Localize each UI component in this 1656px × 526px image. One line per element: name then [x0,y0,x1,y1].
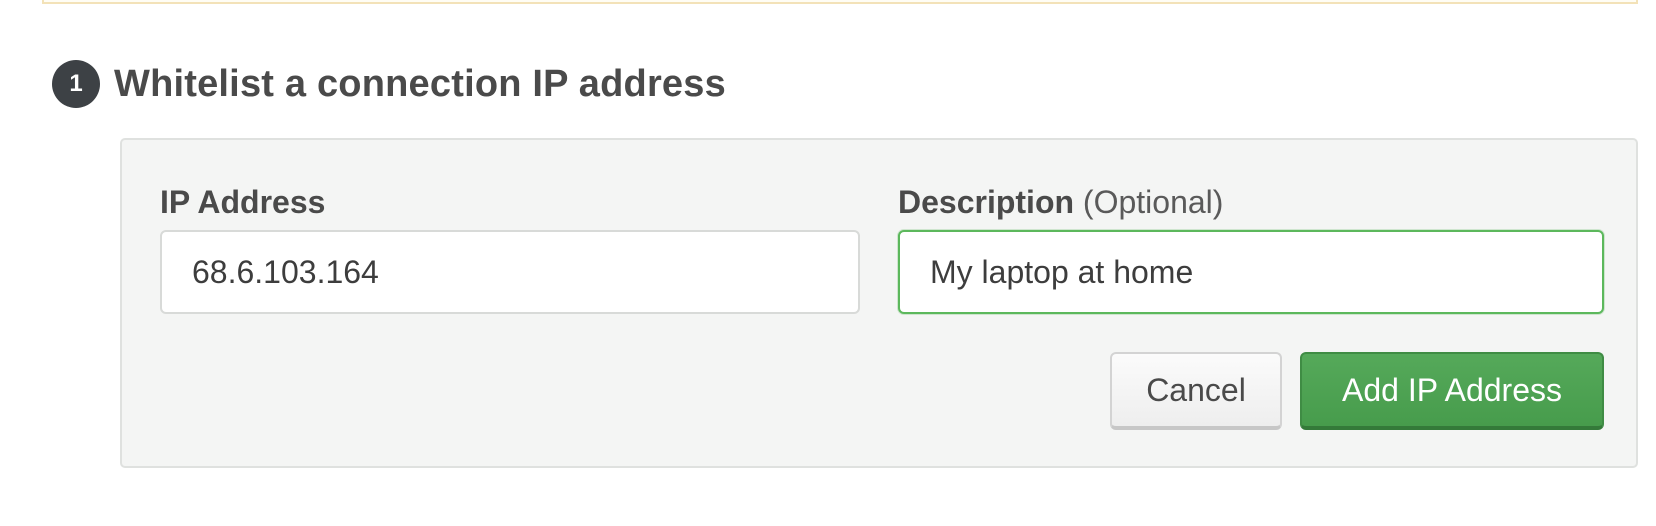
add-ip-address-button[interactable]: Add IP Address [1300,352,1604,430]
notice-banner-edge [42,0,1638,4]
ip-address-label-text: IP Address [160,184,326,220]
step-number-badge: 1 [52,60,100,108]
step-title: Whitelist a connection IP address [114,62,726,105]
cancel-button[interactable]: Cancel [1110,352,1282,430]
step-header: 1 Whitelist a connection IP address [52,60,726,108]
whitelist-form-panel: IP Address Description (Optional) Cancel… [120,138,1638,468]
description-label: Description (Optional) [898,184,1223,221]
description-optional-hint: (Optional) [1082,184,1224,220]
description-input[interactable] [898,230,1604,314]
ip-address-input[interactable] [160,230,860,314]
ip-address-label: IP Address [160,184,325,221]
description-label-text: Description [898,184,1075,220]
